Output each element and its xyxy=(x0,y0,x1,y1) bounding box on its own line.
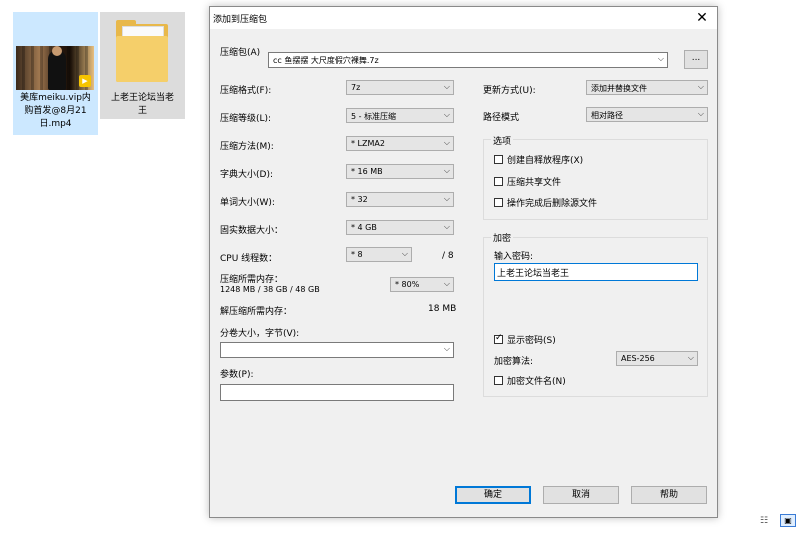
folder-item[interactable]: 上老王论坛当老 王 xyxy=(100,12,185,119)
dict-label: 字典大小(D): xyxy=(220,170,273,180)
word-label: 单词大小(W): xyxy=(220,198,275,208)
chevron-down-icon: ⌵ xyxy=(443,194,450,203)
update-select[interactable]: 添加并替换文件 ⌵ xyxy=(586,80,708,95)
checkmark-icon: ✓ xyxy=(495,333,503,343)
encrypt-names-checkbox[interactable] xyxy=(494,376,503,385)
shared-label: 压缩共享文件 xyxy=(507,178,562,188)
mem-label: 压缩所需内存： xyxy=(220,275,284,285)
chevron-down-icon: ⌵ xyxy=(443,222,450,231)
archive-path-input[interactable]: cc 鱼摆摆 大尺度假穴裸舞.7z ⌵ xyxy=(268,52,668,68)
large-icons-view-icon[interactable]: ▣ xyxy=(780,514,796,527)
path-select[interactable]: 相对路径 ⌵ xyxy=(586,107,708,122)
folder-icon xyxy=(116,20,168,82)
cpu-label: CPU 线程数： xyxy=(220,254,278,264)
chevron-down-icon: ⌵ xyxy=(697,109,704,118)
video-file-item[interactable]: ▶ 美库meiku.vip内 购首发@8月21 日.mp4 xyxy=(13,12,98,135)
title-bar: 添加到压缩包 ✕ xyxy=(210,7,717,29)
browse-button[interactable]: ... xyxy=(684,50,708,69)
params-label: 参数(P): xyxy=(220,370,254,380)
cpu-max: / 8 xyxy=(442,251,454,261)
chevron-down-icon: ⌵ xyxy=(443,110,450,119)
level-label: 压缩等级(L): xyxy=(220,114,272,124)
player-badge-icon: ▶ xyxy=(79,75,91,87)
dialog-title: 添加到压缩包 xyxy=(213,15,268,25)
mem-select[interactable]: * 80% ⌵ xyxy=(390,277,454,292)
chevron-down-icon: ⌵ xyxy=(443,279,450,288)
details-view-icon[interactable]: ☷ xyxy=(760,515,776,527)
add-to-archive-dialog: 添加到压缩包 ✕ 压缩包(A) cc 鱼摆摆 大尺度假穴裸舞.7z ⌵ ... … xyxy=(209,6,718,518)
sfx-checkbox[interactable] xyxy=(494,155,503,164)
encrypt-names-label: 加密文件名(N) xyxy=(507,377,566,387)
solid-select[interactable]: * 4 GB ⌵ xyxy=(346,220,454,235)
encryption-title: 加密 xyxy=(491,231,514,244)
close-icon[interactable]: ✕ xyxy=(687,7,717,29)
encrypt-method-select[interactable]: AES-256 ⌵ xyxy=(616,351,698,366)
format-label: 压缩格式(F): xyxy=(220,86,272,96)
view-switcher: ☷ ▣ xyxy=(760,514,798,528)
show-password-label: 显示密码(S) xyxy=(507,336,556,346)
chevron-down-icon: ⌵ xyxy=(443,138,450,147)
delete-label: 操作完成后删除源文件 xyxy=(507,199,598,209)
folder-name: 上老王论坛当老 王 xyxy=(110,93,174,116)
video-file-name: 美库meiku.vip内 购首发@8月21 日.mp4 xyxy=(20,93,91,129)
volume-input[interactable]: ⌵ xyxy=(220,342,454,358)
mem-detail: 1248 MB / 38 GB / 48 GB xyxy=(220,285,320,294)
cancel-button[interactable]: 取消 xyxy=(543,486,619,504)
params-input[interactable] xyxy=(220,384,454,401)
show-password-checkbox[interactable]: ✓ xyxy=(494,333,503,344)
help-button[interactable]: 帮助 xyxy=(631,486,707,504)
chevron-down-icon: ⌵ xyxy=(443,166,450,175)
volume-label: 分卷大小，字节(V): xyxy=(220,329,300,339)
chevron-down-icon: ⌵ xyxy=(401,249,408,258)
chevron-down-icon: ⌵ xyxy=(687,353,694,362)
dict-select[interactable]: * 16 MB ⌵ xyxy=(346,164,454,179)
cpu-select[interactable]: * 8 ⌵ xyxy=(346,247,412,262)
password-label: 输入密码: xyxy=(494,252,534,262)
chevron-down-icon: ⌵ xyxy=(443,344,450,353)
chevron-down-icon: ⌵ xyxy=(657,54,664,63)
method-select[interactable]: * LZMA2 ⌵ xyxy=(346,136,454,151)
chevron-down-icon: ⌵ xyxy=(697,82,704,91)
word-select[interactable]: * 32 ⌵ xyxy=(346,192,454,207)
update-label: 更新方式(U): xyxy=(483,86,536,96)
ok-button[interactable]: 确定 xyxy=(455,486,531,504)
options-title: 选项 xyxy=(491,134,514,147)
decomp-label: 解压缩所需内存： xyxy=(220,307,293,317)
level-select[interactable]: 5 - 标准压缩 ⌵ xyxy=(346,108,454,123)
path-label: 路径模式 xyxy=(483,113,520,123)
format-select[interactable]: 7z ⌵ xyxy=(346,80,454,95)
video-thumbnail: ▶ xyxy=(16,46,94,90)
decomp-value: 18 MB xyxy=(428,304,457,314)
method-label: 压缩方法(M): xyxy=(220,142,274,152)
chevron-down-icon: ⌵ xyxy=(443,82,450,91)
archive-label: 压缩包(A) xyxy=(220,48,261,58)
password-input[interactable]: 上老王论坛当老王 xyxy=(494,263,698,281)
solid-label: 固实数据大小： xyxy=(220,226,284,236)
delete-checkbox[interactable] xyxy=(494,198,503,207)
shared-checkbox[interactable] xyxy=(494,177,503,186)
sfx-label: 创建自释放程序(X) xyxy=(507,156,584,166)
encrypt-method-label: 加密算法: xyxy=(494,357,534,367)
